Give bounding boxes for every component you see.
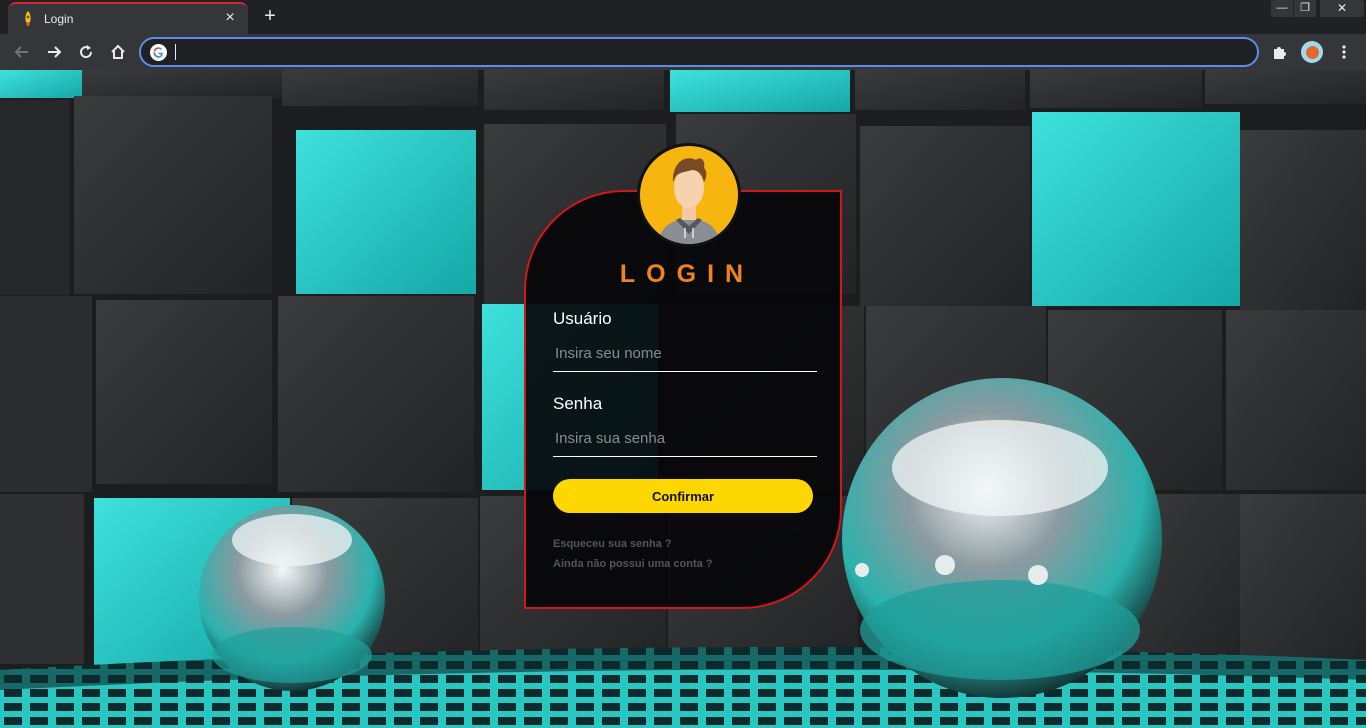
forgot-password-link[interactable]: Esqueceu sua senha ? — [553, 538, 672, 550]
extensions-icon[interactable] — [1268, 40, 1292, 64]
restore-button[interactable]: ❐ — [1294, 0, 1316, 17]
browser-toolbar — [0, 34, 1366, 70]
minimize-button[interactable]: — — [1271, 0, 1293, 17]
register-link[interactable]: Ainda não possui uma conta ? — [553, 558, 713, 570]
tab-title: Login — [44, 12, 74, 26]
google-icon — [150, 44, 167, 61]
back-icon[interactable] — [10, 40, 34, 64]
new-tab-button[interactable]: + — [258, 5, 282, 29]
password-input[interactable] — [553, 421, 817, 457]
login-title: LOGIN — [619, 260, 755, 288]
address-input[interactable] — [173, 41, 1243, 63]
forward-icon[interactable] — [42, 40, 66, 64]
password-label: Senha — [553, 394, 603, 413]
user-avatar-icon — [637, 143, 741, 247]
tab-strip: Login × + — ❐ ✕ — [0, 0, 1366, 34]
address-bar[interactable] — [139, 37, 1259, 67]
username-label: Usuário — [553, 309, 612, 328]
reload-icon[interactable] — [74, 40, 98, 64]
profile-avatar-icon[interactable] — [1300, 40, 1324, 64]
confirm-button[interactable]: Confirmar — [553, 479, 813, 513]
window-close-button[interactable]: ✕ — [1320, 0, 1364, 17]
tab-login[interactable]: Login × — [8, 2, 248, 34]
home-icon[interactable] — [106, 40, 130, 64]
tab-close-icon[interactable]: × — [220, 8, 240, 28]
rocket-favicon-icon — [25, 11, 31, 26]
username-input[interactable] — [553, 336, 817, 372]
text-caret — [175, 44, 176, 60]
menu-icon[interactable] — [1332, 40, 1356, 64]
